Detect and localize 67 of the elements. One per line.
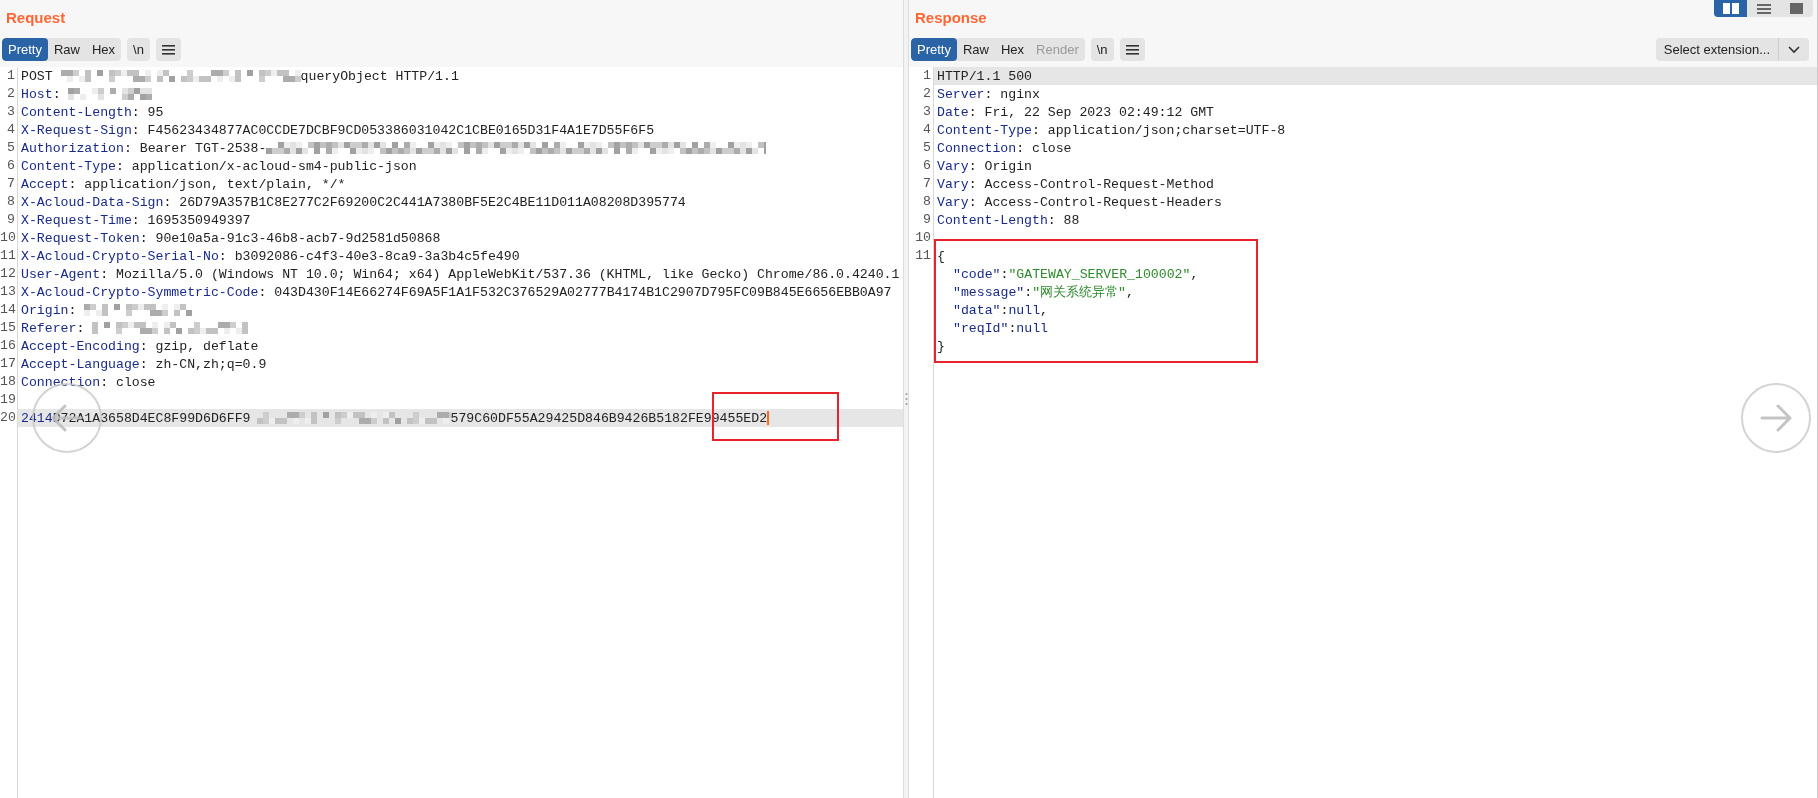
extension-dropdown[interactable]: Select extension...	[1655, 38, 1809, 61]
code-line: X-Request-Sign: F45623434877AC0CCDE7DCBF9CD053386031042C1CBE0165D31F4A1E7D55F6F5	[21, 122, 655, 138]
code-text: Host:	[21, 86, 62, 102]
panel-title: Request	[6, 9, 67, 28]
view-tab[interactable]: Hex	[86, 38, 122, 61]
line-number: 16	[0, 337, 18, 355]
code-line: "data":null,	[953, 302, 1048, 318]
code-line: HTTP/1.1 500	[937, 68, 1032, 84]
code-line: "code":"GATEWAY_SERVER_100002",	[953, 266, 1199, 282]
code-line: User-Agent: Mozilla/5.0 (Windows NT 10.0; Win64; x64) AppleWebKit/537.36 (KHTML, like Gecko) Chrome/86.0.4240.1	[21, 266, 900, 282]
line-number: 1	[909, 67, 934, 85]
code-line: Content-Length: 88	[937, 212, 1080, 228]
newline-toggle[interactable]: \n	[127, 38, 150, 61]
code-line: Connection: close	[21, 374, 156, 390]
line-number: 10	[0, 229, 18, 247]
code-line: Accept-Encoding: gzip, deflate	[21, 338, 259, 354]
view-tab[interactable]: Raw	[47, 38, 86, 61]
code-line: Content-Type: application/json;charset=UTF-8	[937, 122, 1286, 138]
menu-button[interactable]	[155, 38, 181, 61]
code-line: X-Acloud-Data-Sign: 26D79A357B1C8E277C2F69200C2C441A7380BF5E2C4BE11D011A08208D395774	[21, 194, 686, 210]
menu-icon	[1125, 44, 1139, 55]
code-line: }	[937, 338, 945, 354]
code-line: Date: Fri, 22 Sep 2023 02:49:12 GMT	[937, 104, 1214, 120]
line-number: 17	[0, 355, 18, 373]
code-line: {	[937, 248, 945, 264]
line-number: 14	[0, 301, 18, 319]
panel-title: Response	[915, 9, 988, 28]
code-line: X-Request-Time: 1695350949397	[21, 212, 251, 228]
line-number: 11	[0, 247, 18, 265]
code-text: POST	[21, 68, 54, 84]
menu-button[interactable]	[1119, 38, 1145, 61]
line-number: 12	[0, 265, 18, 283]
menu-icon	[161, 44, 175, 55]
line-number: 18	[0, 373, 18, 391]
view-tab[interactable]: Hex	[995, 38, 1031, 61]
code-text: Authorization: Bearer TGT-2538-	[21, 140, 267, 156]
code-line: Vary: Access-Control-Request-Headers	[937, 194, 1222, 210]
code-line: X-Request-Token: 90e10a5a-91c3-46b8-acb7-9d2581d50868	[21, 230, 441, 246]
newline-toggle[interactable]: \n	[1090, 38, 1114, 61]
code-line: Vary: Access-Control-Request-Method	[937, 176, 1214, 192]
columns-icon	[1722, 3, 1739, 14]
code-line: Vary: Origin	[937, 158, 1032, 174]
view-tab[interactable]: Raw	[956, 38, 995, 61]
code-line: Accept: application/json, text/plain, */*	[21, 176, 346, 192]
layout-button[interactable]	[1714, 0, 1747, 17]
code-line: Connection: close	[937, 140, 1072, 156]
code-text: queryObject HTTP/1.1	[300, 68, 459, 84]
code-line: "reqId":null	[953, 320, 1048, 336]
line-number: 19	[0, 391, 18, 409]
code-line: Server: nginx	[937, 86, 1040, 102]
code-line: Content-Type: application/x-acloud-sm4-public-json	[21, 158, 417, 174]
square-icon	[1790, 3, 1803, 14]
view-tab[interactable]: Pretty	[2, 38, 48, 61]
code-line: Content-Length: 95	[21, 104, 164, 120]
line-number: 15	[0, 319, 18, 337]
code-text: 2414D72A1A3658D4EC8F99D6D6FF9	[21, 410, 251, 426]
code-line: X-Acloud-Crypto-Symmetric-Code: 043D430F14E66274F69A5F1A1F532C376529A02777B4174B1C2907D795FC09B845E6656EBB0A97	[21, 284, 892, 300]
line-number: 13	[0, 283, 18, 301]
code-line: Accept-Language: zh-CN,zh;q=0.9	[21, 356, 267, 372]
code-text: Referer:	[21, 320, 86, 336]
drag-handle-icon[interactable]	[904, 392, 908, 406]
view-tab[interactable]: Pretty	[911, 38, 957, 61]
code-line: X-Acloud-Crypto-Serial-No: b3092086-c4f3-40e3-8ca9-3a3b4c5fe490	[21, 248, 520, 264]
line-number: 20	[0, 409, 18, 427]
rows-icon	[1756, 3, 1771, 14]
code-text: Origin:	[21, 302, 78, 318]
code-line: "message":"网关系统异常",	[953, 284, 1134, 301]
